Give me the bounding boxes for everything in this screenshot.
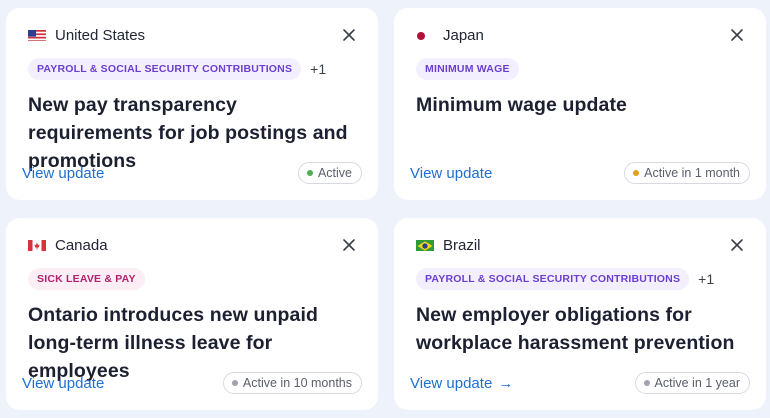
view-update-link[interactable]: View update — [410, 165, 492, 182]
status-badge: Active — [297, 162, 362, 184]
tag-row: SICK LEAVE & PAY — [28, 268, 362, 290]
card-header: Canada — [28, 236, 362, 254]
country-name: Japan — [443, 26, 484, 44]
canada-flag-icon — [28, 239, 46, 251]
status-badge: Active in 1 month — [624, 162, 750, 184]
close-icon[interactable] — [730, 28, 744, 42]
country-name: Canada — [55, 236, 108, 254]
view-update-label: View update — [22, 374, 105, 392]
view-update-label: View update — [410, 164, 493, 182]
category-tag: MINIMUM WAGE — [416, 58, 519, 80]
tag-row: PAYROLL & SOCIAL SECURITY CONTRIBUTIONS … — [416, 268, 750, 290]
status-text: Active — [317, 166, 352, 180]
category-tag: PAYROLL & SOCIAL SECURITY CONTRIBUTIONS — [28, 58, 302, 80]
view-update-label: View update — [22, 164, 105, 182]
more-tags-count[interactable]: +1 — [698, 271, 714, 287]
brazil-flag-icon — [416, 239, 434, 251]
update-title: New employer obligations for workplace h… — [416, 304, 735, 354]
card-footer: View update Active in 10 months — [22, 372, 362, 394]
card-footer: View update Active in 1 month — [410, 162, 750, 184]
status-badge: Active in 1 year — [634, 372, 750, 394]
close-icon[interactable] — [342, 28, 356, 42]
update-card-canada: Canada SICK LEAVE & PAY Ontario introduc… — [6, 218, 378, 410]
card-header: United States — [28, 26, 362, 44]
update-card-brazil: Brazil PAYROLL & SOCIAL SECURITY CONTRIB… — [394, 218, 766, 410]
more-tags-count[interactable]: +1 — [310, 61, 326, 77]
arrow-right-icon: → — [498, 374, 514, 392]
country-name: Brazil — [443, 236, 481, 254]
status-badge: Active in 10 months — [222, 372, 362, 394]
status-text: Active in 1 month — [644, 166, 740, 180]
view-update-link[interactable]: View update — [22, 165, 104, 182]
update-card-japan: Japan MINIMUM WAGE Minimum wage update V… — [394, 8, 766, 200]
status-text: Active in 1 year — [654, 376, 740, 390]
updates-grid: United States PAYROLL & SOCIAL SECURITY … — [0, 0, 770, 418]
status-dot-icon — [643, 380, 650, 386]
update-title: Ontario introduces new unpaid long-term … — [28, 304, 319, 382]
card-footer: View update Active — [22, 162, 362, 184]
view-update-link[interactable]: View update → — [410, 375, 513, 392]
view-update-link[interactable]: View update — [22, 375, 104, 392]
card-header: Japan — [416, 26, 750, 44]
status-dot-icon — [633, 170, 640, 176]
status-text: Active in 10 months — [242, 376, 352, 390]
category-tag: SICK LEAVE & PAY — [28, 268, 145, 290]
tag-row: PAYROLL & SOCIAL SECURITY CONTRIBUTIONS … — [28, 58, 362, 80]
view-update-label: View update — [410, 374, 493, 392]
status-dot-icon — [306, 170, 313, 176]
tag-row: MINIMUM WAGE — [416, 58, 750, 80]
close-icon[interactable] — [342, 238, 356, 252]
update-card-united-states: United States PAYROLL & SOCIAL SECURITY … — [6, 8, 378, 200]
close-icon[interactable] — [730, 238, 744, 252]
us-flag-icon — [28, 29, 46, 41]
update-title: New pay transparency requirements for jo… — [28, 94, 348, 172]
country-name: United States — [55, 26, 146, 44]
japan-flag-icon — [416, 29, 434, 41]
update-title: Minimum wage update — [416, 94, 628, 116]
card-header: Brazil — [416, 236, 750, 254]
card-footer: View update → Active in 1 year — [410, 372, 750, 394]
status-dot-icon — [231, 380, 238, 386]
category-tag: PAYROLL & SOCIAL SECURITY CONTRIBUTIONS — [416, 268, 690, 290]
